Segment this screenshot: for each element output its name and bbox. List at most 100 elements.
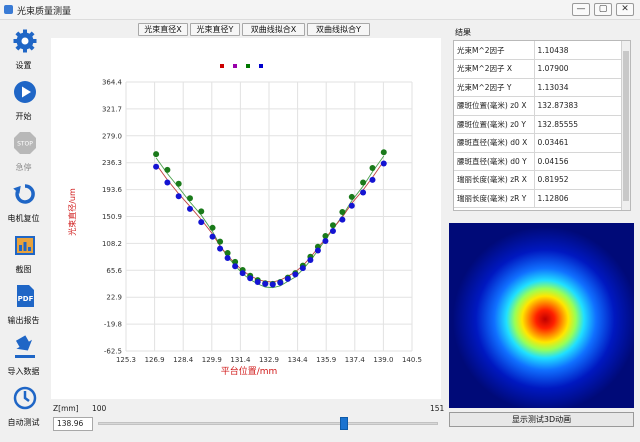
sidebar: 设置 开始 STOP 急停 电机复位 截图 PDF 输出报告 导入数据 自动测试 — [0, 21, 47, 442]
fit-curves — [155, 155, 385, 289]
pdf-icon: PDF — [17, 285, 34, 307]
data-point — [232, 263, 239, 270]
x-tick-label: 132.9 — [259, 356, 279, 364]
x-tick-label: 139.0 — [373, 356, 393, 364]
fit-line — [155, 155, 385, 289]
data-point — [360, 189, 367, 196]
result-value: 1.07900 — [534, 59, 622, 79]
data-point — [339, 216, 346, 223]
sidebar-item-label: 截图 — [15, 265, 32, 274]
import-data-button[interactable]: 导入数据 — [0, 331, 47, 379]
show-3d-animation-button[interactable]: 显示测试3D动画 — [449, 412, 634, 427]
y-tick-label: 108.2 — [102, 240, 122, 248]
data-point — [339, 209, 346, 216]
auto-test-button[interactable]: 自动测试 — [0, 382, 47, 430]
data-point — [239, 270, 246, 277]
beam-diameter-chart: 125.3 126.9 128.4 129.9 131.4 132.9 134.4 135.9… — [67, 64, 422, 377]
toggle-fit-y-button[interactable]: 双曲线拟合Y — [307, 23, 370, 36]
data-point — [217, 245, 224, 252]
data-point — [299, 265, 306, 272]
result-key: 腰斑直径(毫米) d0 X — [454, 133, 535, 153]
legend-swatch — [233, 64, 237, 68]
settings-button[interactable]: 设置 — [0, 25, 47, 73]
data-point — [307, 256, 314, 263]
data-point — [284, 275, 291, 282]
title-bar: 光束质量测量 — ▢ ✕ — [0, 0, 640, 20]
close-button[interactable]: ✕ — [616, 3, 634, 16]
screenshot-button[interactable]: 截图 — [0, 229, 47, 277]
result-key: 瑞丽长度(毫米) zR Y — [454, 189, 535, 208]
x-axis-label: 平台位置/mm — [221, 365, 278, 377]
maximize-button[interactable]: ▢ — [594, 3, 612, 16]
motor-reset-button[interactable]: 电机复位 — [0, 178, 47, 226]
gear-icon — [13, 29, 37, 53]
result-row: 光束M^2因子 1.10438 — [454, 41, 622, 60]
axis-ticks: 125.3 126.9 128.4 129.9 131.4 132.9 134.4 135.9… — [102, 79, 422, 365]
data-point — [224, 255, 231, 262]
x-tick-label: 135.9 — [316, 356, 336, 364]
x-tick-label: 137.4 — [345, 356, 366, 364]
sidebar-item-label: 设置 — [15, 61, 32, 70]
data-point — [348, 202, 355, 209]
results-scrollbar[interactable] — [621, 41, 630, 210]
data-point — [269, 281, 276, 288]
toggle-diameter-x-button[interactable]: 光束直径X — [138, 23, 188, 36]
chart-panel: 125.3 126.9 128.4 129.9 131.4 132.9 134.4 135.9… — [51, 38, 441, 399]
result-row: 瑞丽长度(毫米) zR X 0.81952 — [454, 170, 622, 190]
data-point — [322, 238, 329, 245]
data-point — [209, 224, 216, 231]
data-point — [198, 219, 205, 226]
sidebar-item-label: 急停 — [15, 163, 32, 172]
sidebar-item-label: 自动测试 — [7, 418, 40, 427]
z-max-value: 151 — [430, 404, 445, 413]
data-point — [209, 233, 216, 240]
data-point — [217, 238, 224, 245]
y-tick-label: 321.7 — [102, 105, 122, 113]
sidebar-item-label: 开始 — [15, 112, 32, 121]
import-icon — [15, 335, 35, 358]
y-tick-label: -19.8 — [104, 321, 122, 329]
result-value: 132.87383 — [534, 96, 622, 116]
result-row: 光束M^2因子 Y 1.13034 — [454, 78, 622, 97]
emergency-stop-button[interactable]: STOP 急停 — [0, 127, 47, 175]
data-point — [380, 149, 387, 156]
z-slider-track[interactable] — [98, 422, 438, 425]
result-key: 瑞丽长度(毫米) zR X — [454, 170, 535, 190]
data-point — [277, 279, 284, 286]
result-row: 光束M^2因子 X 1.07900 — [454, 59, 622, 79]
result-value: 0.04156 — [534, 152, 622, 171]
y-tick-label: 22.9 — [106, 294, 122, 302]
minimize-button[interactable]: — — [572, 3, 590, 16]
y-tick-label: 150.9 — [102, 213, 122, 221]
z-slider-thumb[interactable] — [340, 417, 349, 430]
sidebar-item-label: 导入数据 — [7, 367, 40, 376]
result-value: 132.85555 — [534, 115, 622, 134]
result-key: 腰斑位置(毫米) z0 X — [454, 96, 535, 116]
data-point — [262, 280, 269, 287]
z-label: Z[mm] — [53, 404, 79, 413]
y-tick-label: 364.4 — [102, 79, 123, 87]
reset-icon — [13, 184, 35, 204]
results-scrollbar-thumb[interactable] — [623, 51, 629, 201]
result-value: 1.10438 — [534, 41, 622, 60]
x-tick-label: 140.5 — [402, 356, 422, 364]
app-icon — [4, 5, 13, 14]
toggle-diameter-y-button[interactable]: 光束直径Y — [190, 23, 240, 36]
x-tick-label: 128.4 — [173, 356, 194, 364]
x-tick-label: 126.9 — [145, 356, 165, 364]
legend-swatch — [246, 64, 250, 68]
start-button[interactable]: 开始 — [0, 76, 47, 124]
results-label: 结果 — [455, 28, 471, 37]
chart-legend — [220, 64, 263, 68]
export-report-button[interactable]: PDF 输出报告 — [0, 280, 47, 328]
auto-test-icon — [13, 386, 37, 410]
y-tick-label: 193.6 — [102, 186, 123, 194]
z-value-input[interactable]: 138.96 — [53, 417, 93, 431]
data-points — [153, 149, 387, 288]
toggle-fit-x-button[interactable]: 双曲线拟合X — [242, 23, 305, 36]
data-point — [360, 179, 367, 186]
result-key: 光束M^2因子 X — [454, 59, 535, 79]
result-key: 光束M^2因子 Y — [454, 78, 535, 97]
data-point — [175, 193, 182, 200]
svg-text:PDF: PDF — [18, 295, 34, 303]
